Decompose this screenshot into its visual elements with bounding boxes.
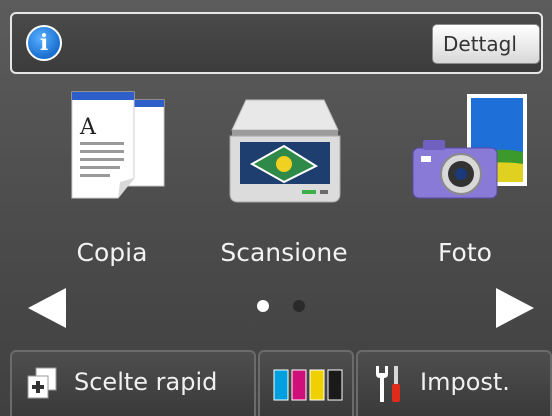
info-button[interactable]: i [26, 25, 62, 61]
function-label: Foto [438, 238, 492, 267]
shortcuts-button[interactable]: Scelte rapid [10, 350, 256, 416]
function-copy[interactable]: A Copia [22, 86, 202, 276]
function-label: Copia [76, 238, 148, 267]
function-scan[interactable]: Scansione [184, 86, 384, 276]
shortcuts-label: Scelte rapid [74, 368, 218, 396]
printer-home-screen: i Dettagl A Copia Scansione Foto Scelte … [0, 0, 552, 416]
details-button[interactable]: Dettagl [432, 24, 540, 64]
page-indicator-dot-active [257, 300, 269, 312]
settings-button[interactable]: Impost. [356, 350, 552, 416]
scanner-icon [214, 86, 354, 216]
previous-page-button[interactable] [28, 288, 66, 328]
function-label: Scansione [220, 238, 348, 267]
shortcut-plus-icon [27, 367, 57, 399]
camera-photo-icon [395, 86, 535, 216]
wrench-screwdriver-icon [376, 366, 400, 402]
svg-text:A: A [79, 115, 97, 140]
next-page-button[interactable] [496, 288, 534, 328]
ink-button[interactable] [258, 350, 354, 416]
function-photo[interactable]: Foto [378, 86, 552, 276]
copy-icon: A [42, 86, 182, 216]
page-indicator-dot [293, 300, 305, 312]
top-bar: i Dettagl [10, 12, 543, 74]
ink-cartridges-icon [273, 369, 343, 401]
settings-label: Impost. [420, 368, 510, 396]
